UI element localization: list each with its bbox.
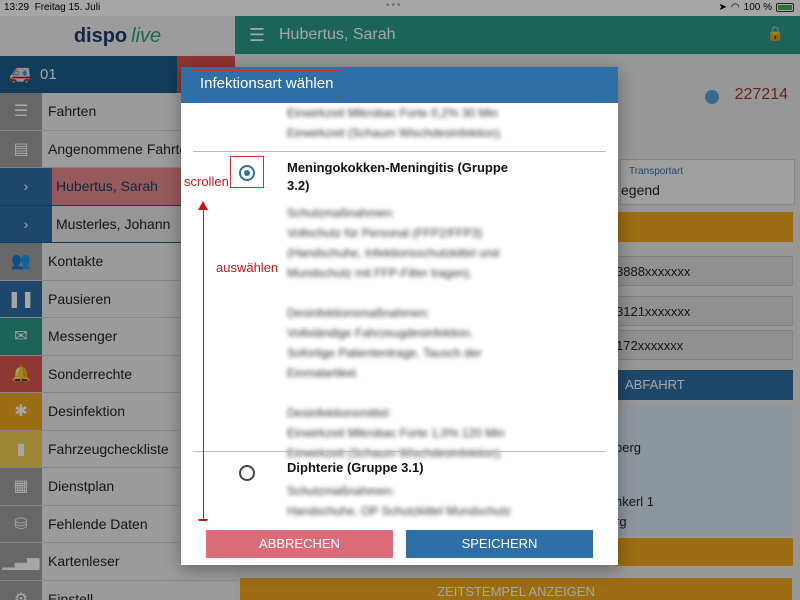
option-diphterie-details: Schutzmaßnahmen: Handschuhe, OP Schutzki… xyxy=(287,481,587,521)
radio-meningokokken[interactable] xyxy=(239,165,255,181)
blurred-line: Desinfektionsmaßnahmen: xyxy=(287,306,430,320)
infection-type-dialog: Infektionsart wählen Einwirkzeit Mikroba… xyxy=(181,67,618,565)
blurred-line: Desinfektionsmittel: xyxy=(287,406,392,420)
scroll-arrow-line xyxy=(203,207,204,521)
option-title-line: 3.2) xyxy=(287,178,310,193)
blurred-line: Einwirkzeit Mikrobac Forte 0,2% 30 Min xyxy=(287,106,498,120)
option-divider xyxy=(193,451,606,452)
blurred-line: Schutzmaßnahmen: xyxy=(287,206,395,220)
blurred-line: Mundschutz mit FFP-Filter tragen). xyxy=(287,266,473,280)
option-meningokokken-title[interactable]: Meningokokken-Meningitis (Gruppe 3.2) xyxy=(287,159,567,195)
save-button[interactable]: SPEICHERN xyxy=(406,530,593,558)
dialog-footer: ABBRECHEN SPEICHERN xyxy=(181,521,618,565)
cancel-button[interactable]: ABBRECHEN xyxy=(206,530,393,558)
blurred-line: Vollschutz für Personal (FFP2/FFP3) xyxy=(287,226,483,240)
blurred-line: Handschuhe, OP Schutzkittel Mundschutz xyxy=(287,504,511,518)
blurred-line: Sofortige Patiententrage, Tausch der xyxy=(287,346,482,360)
blurred-line: Vollständige Fahrzeugdesinfektion. xyxy=(287,326,474,340)
blurred-line xyxy=(287,383,587,403)
previous-option-text: Einwirkzeit Mikrobac Forte 0,2% 30 Min E… xyxy=(287,103,503,143)
option-meningokokken-details: Schutzmaßnahmen: Vollschutz für Personal… xyxy=(287,203,587,463)
option-title-line: Meningokokken-Meningitis (Gruppe xyxy=(287,160,509,175)
dialog-header: Infektionsart wählen xyxy=(181,67,618,103)
dialog-scroll-area[interactable]: Einwirkzeit Mikrobac Forte 0,2% 30 Min E… xyxy=(181,103,618,521)
option-divider xyxy=(193,151,606,152)
blurred-line xyxy=(287,283,587,303)
scroll-annotation: scrollen xyxy=(184,174,229,189)
select-annotation: auswählen xyxy=(216,260,279,275)
radio-diphterie[interactable] xyxy=(239,465,255,481)
blurred-line: Schutzmaßnahmen: xyxy=(287,484,395,498)
blurred-line: Einmalartikel. xyxy=(287,366,360,380)
blurred-line: (Handschuhe, Infektionsschutzkittel und xyxy=(287,246,500,260)
blurred-line: Einwirkzeit Mikrobac Forte 1,0% 120 Min xyxy=(287,426,505,440)
dialog-title: Infektionsart wählen xyxy=(193,70,341,98)
blurred-line: Einwirkzeit (Schaum Wischdesinfektion). xyxy=(287,126,504,140)
option-diphterie-title[interactable]: Diphterie (Gruppe 3.1) xyxy=(287,459,424,477)
